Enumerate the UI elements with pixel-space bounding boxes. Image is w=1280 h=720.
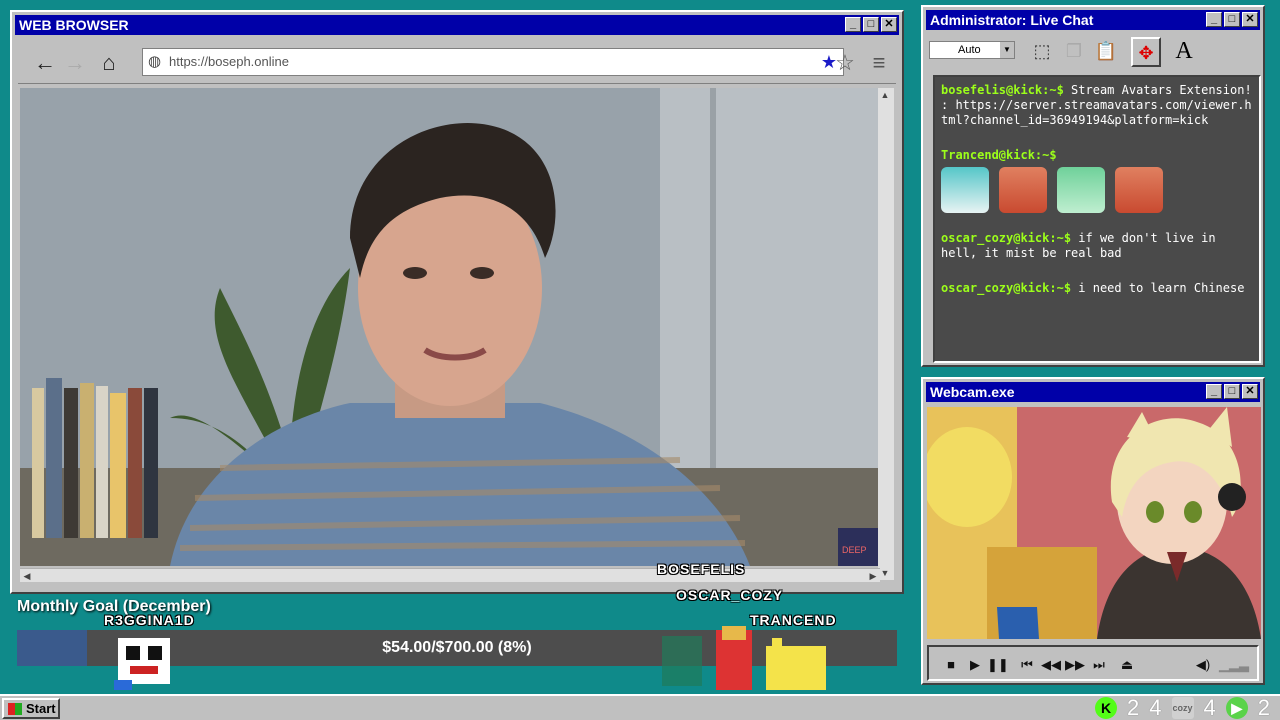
avatar-name-label: OSCAR_COZY	[676, 587, 784, 603]
chat-maximize-button[interactable]: □	[1224, 12, 1240, 27]
back-arrow-icon[interactable]: ←	[32, 50, 58, 76]
skip-forward-icon[interactable]: ⏭	[1089, 655, 1109, 675]
rewind-icon[interactable]: ◀◀	[1041, 655, 1061, 675]
webcam-close-button[interactable]: ✕	[1242, 384, 1258, 399]
url-text: https://boseph.online	[169, 54, 289, 69]
emote-image	[999, 167, 1047, 213]
emote-image	[1115, 167, 1163, 213]
system-tray: K 2 4 cozy 4 ▶ 2	[1095, 695, 1270, 720]
webcam-window: Webcam.exe _ □ ✕ ■ ▶ ❚❚ ⏮ ◀◀ ▶▶ ⏭ ⏏ ◀) ▁…	[921, 377, 1265, 685]
chat-close-button[interactable]: ✕	[1242, 12, 1258, 27]
presenter-video-frame: DEEP	[20, 88, 880, 566]
menu-icon[interactable]: ≡	[866, 50, 892, 76]
webcam-minimize-button[interactable]: _	[1206, 384, 1222, 399]
chat-username[interactable]: oscar_cozy@kick:~$	[941, 281, 1071, 295]
emote-image	[1057, 167, 1105, 213]
home-icon[interactable]: ⌂	[96, 50, 122, 76]
chat-minimize-button[interactable]: _	[1206, 12, 1222, 27]
font-size-select[interactable]: Auto ▼	[929, 41, 1015, 59]
taskbar: Start K 2 4 cozy 4 ▶ 2	[0, 694, 1280, 720]
windows-logo-icon	[8, 703, 22, 715]
chat-toolbar: Auto ▼ ⬚ ❐ 📋 ✥ A	[927, 33, 1259, 71]
browser-titlebar[interactable]: WEB BROWSER _ □ ✕	[15, 15, 899, 35]
maximize-button[interactable]: □	[863, 17, 879, 32]
avatar-name-label: R3GGINA1D	[104, 612, 195, 628]
tray-count: 4	[1203, 695, 1216, 720]
font-icon[interactable]: A	[1169, 37, 1199, 67]
chat-message: Trancend@kick:~$	[941, 148, 1253, 213]
chat-username[interactable]: oscar_cozy@kick:~$	[941, 231, 1071, 245]
webcam-title: Webcam.exe	[930, 384, 1015, 400]
close-button[interactable]: ✕	[881, 17, 897, 32]
webcam-titlebar[interactable]: Webcam.exe _ □ ✕	[926, 382, 1260, 402]
browser-window: WEB BROWSER _ □ ✕ ← → ⌂ ◍ https://boseph…	[10, 10, 904, 594]
start-label: Start	[26, 701, 56, 716]
chat-titlebar[interactable]: Administrator: Live Chat _ □ ✕	[926, 10, 1260, 30]
start-button[interactable]: Start	[2, 698, 60, 719]
globe-icon: ◍	[148, 53, 162, 70]
avatar-sprites-group	[662, 626, 826, 690]
paste-icon[interactable]: 📋	[1091, 37, 1121, 67]
move-icon[interactable]: ✥	[1131, 37, 1161, 67]
chat-message: bosefelis@kick:~$ Stream Avatars Extensi…	[941, 83, 1253, 128]
scroll-right-arrow-icon[interactable]: ▶	[866, 569, 880, 583]
tray-count: 4	[1149, 695, 1162, 720]
chat-username[interactable]: Trancend@kick:~$	[941, 148, 1057, 162]
chat-log: bosefelis@kick:~$ Stream Avatars Extensi…	[933, 75, 1261, 363]
vtuber-avatar-view	[927, 407, 1261, 639]
scroll-left-arrow-icon[interactable]: ◀	[20, 569, 34, 583]
svg-text:DEEP: DEEP	[842, 545, 867, 555]
horizontal-scrollbar[interactable]: ◀ ▶	[20, 568, 880, 582]
emote-image	[941, 167, 989, 213]
chat-message: oscar_cozy@kick:~$ if we don't live in h…	[941, 231, 1253, 261]
chat-title: Administrator: Live Chat	[930, 12, 1094, 28]
browser-toolbar: ← → ⌂ ◍ https://boseph.online ★ ☆ ≡	[18, 42, 896, 84]
forward-arrow-icon[interactable]: →	[62, 50, 88, 76]
cozy-icon[interactable]: cozy	[1171, 697, 1194, 719]
stop-icon[interactable]: ■	[941, 655, 961, 675]
scroll-up-arrow-icon[interactable]: ▲	[878, 88, 892, 102]
stream-video: DEEP	[20, 88, 880, 566]
fast-forward-icon[interactable]: ▶▶	[1065, 655, 1085, 675]
webcam-maximize-button[interactable]: □	[1224, 384, 1240, 399]
kick-icon[interactable]: K	[1095, 697, 1117, 719]
live-chat-window: Administrator: Live Chat _ □ ✕ Auto ▼ ⬚ …	[921, 5, 1265, 367]
copy-icon[interactable]: ❐	[1059, 37, 1089, 67]
eject-icon[interactable]: ⏏	[1117, 655, 1137, 675]
pause-icon[interactable]: ❚❚	[987, 655, 1009, 675]
favorites-icon[interactable]: ☆	[832, 50, 858, 76]
avatar-sprite-mask	[114, 638, 170, 690]
chat-username[interactable]: bosefelis@kick:~$	[941, 83, 1064, 97]
select-tool-icon[interactable]: ⬚	[1027, 37, 1057, 67]
anime-avatar-image	[927, 407, 1261, 639]
tray-count: 2	[1127, 695, 1140, 720]
chat-text: i need to learn Chinese	[1071, 281, 1245, 295]
play-icon[interactable]: ▶	[965, 655, 985, 675]
skip-back-icon[interactable]: ⏮	[1017, 655, 1037, 675]
tray-count: 2	[1257, 695, 1270, 720]
avatar-name-label: BOSEFELIS	[657, 561, 746, 577]
play-circle-icon[interactable]: ▶	[1225, 697, 1248, 719]
vertical-scrollbar[interactable]: ▲ ▼	[878, 88, 894, 580]
minimize-button[interactable]: _	[845, 17, 861, 32]
volume-slider[interactable]: ▁▂▃	[1219, 655, 1249, 675]
url-bar[interactable]: ◍ https://boseph.online ★	[142, 48, 844, 76]
browser-title: WEB BROWSER	[19, 17, 129, 33]
scroll-down-arrow-icon[interactable]: ▼	[878, 566, 892, 580]
media-controls: ■ ▶ ❚❚ ⏮ ◀◀ ▶▶ ⏭ ⏏ ◀) ▁▂▃	[927, 645, 1259, 681]
dropdown-arrow-icon: ▼	[1000, 42, 1014, 58]
volume-icon[interactable]: ◀)	[1193, 655, 1213, 675]
font-size-value: Auto	[958, 44, 981, 56]
chat-message: oscar_cozy@kick:~$ i need to learn Chine…	[941, 281, 1253, 296]
emote-row	[941, 167, 1253, 213]
